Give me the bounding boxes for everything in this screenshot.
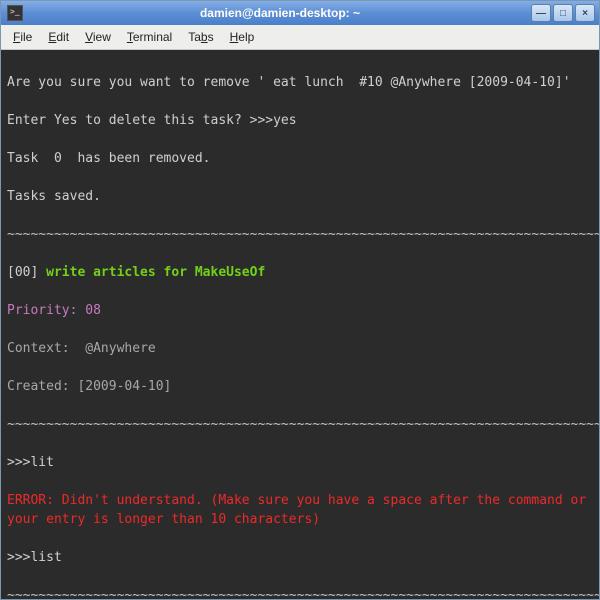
cmd-text: list <box>30 550 61 565</box>
prompt-icon: >>> <box>7 455 30 470</box>
app-icon <box>7 5 23 21</box>
delete-prompt-line: Enter Yes to delete this task? >>>yes <box>7 111 593 130</box>
cmd-line-2: >>>list <box>7 548 593 567</box>
task-title: write articles for MakeUseOf <box>46 265 265 280</box>
menu-tabs[interactable]: Tabs <box>182 28 219 46</box>
menu-help[interactable]: Help <box>224 28 261 46</box>
menu-edit[interactable]: Edit <box>42 28 75 46</box>
context-value: @Anywhere <box>70 341 156 356</box>
separator: ~~~~~~~~~~~~~~~~~~~~~~~~~~~~~~~~~~~~~~~~… <box>7 225 593 244</box>
priority-value: 08 <box>85 303 101 318</box>
terminal-output[interactable]: Are you sure you want to remove ' eat lu… <box>1 50 599 599</box>
priority-line: Priority: 08 <box>7 301 593 320</box>
titlebar[interactable]: damien@damien-desktop: ~ — □ × <box>1 1 599 25</box>
window-title: damien@damien-desktop: ~ <box>29 6 531 20</box>
created-label: Created: <box>7 379 70 394</box>
context-line: Context: @Anywhere <box>7 339 593 358</box>
priority-label: Priority: <box>7 303 85 318</box>
menu-file[interactable]: File <box>7 28 38 46</box>
close-button[interactable]: × <box>575 4 595 22</box>
separator: ~~~~~~~~~~~~~~~~~~~~~~~~~~~~~~~~~~~~~~~~… <box>7 415 593 434</box>
saved-line: Tasks saved. <box>7 187 593 206</box>
cmd-text: lit <box>30 455 53 470</box>
created-line: Created: [2009-04-10] <box>7 377 593 396</box>
menu-terminal[interactable]: Terminal <box>121 28 178 46</box>
task-index: [00] <box>7 265 46 280</box>
menubar: File Edit View Terminal Tabs Help <box>1 25 599 50</box>
minimize-button[interactable]: — <box>531 4 551 22</box>
cmd-line-1: >>>lit <box>7 453 593 472</box>
maximize-button[interactable]: □ <box>553 4 573 22</box>
confirm-line: Are you sure you want to remove ' eat lu… <box>7 73 593 92</box>
menu-view[interactable]: View <box>79 28 117 46</box>
terminal-window: damien@damien-desktop: ~ — □ × File Edit… <box>0 0 600 600</box>
error-line: ERROR: Didn't understand. (Make sure you… <box>7 491 593 529</box>
task-header: [00] write articles for MakeUseOf <box>7 263 593 282</box>
separator: ~~~~~~~~~~~~~~~~~~~~~~~~~~~~~~~~~~~~~~~~… <box>7 586 593 599</box>
removed-line: Task 0 has been removed. <box>7 149 593 168</box>
window-buttons: — □ × <box>531 4 595 22</box>
prompt-icon: >>> <box>7 550 30 565</box>
context-label: Context: <box>7 341 70 356</box>
created-value: [2009-04-10] <box>70 379 172 394</box>
